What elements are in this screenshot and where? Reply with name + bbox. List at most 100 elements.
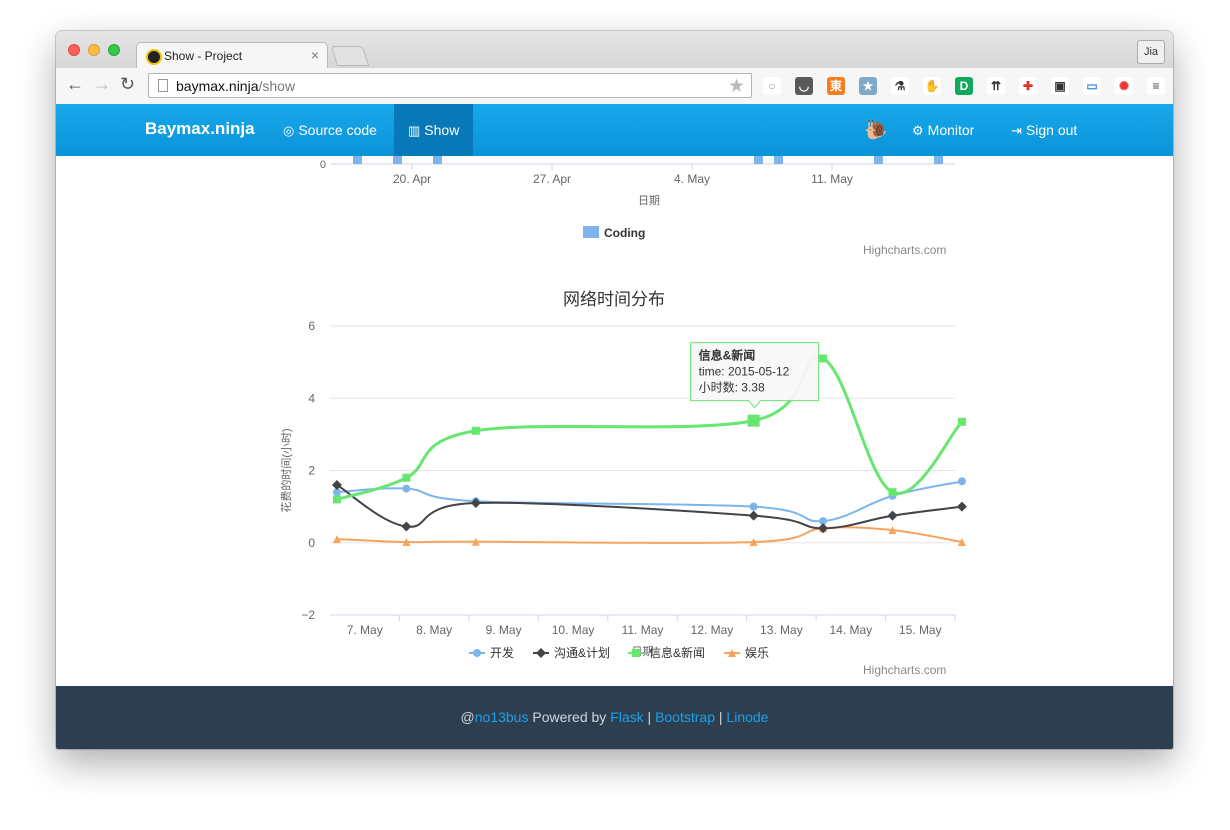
syringe-icon[interactable]: ⚗ (891, 77, 909, 95)
x-tick-label: 12. May (691, 623, 734, 637)
source-code-label: Source code (298, 122, 377, 138)
x-tick-label: 11. May (811, 172, 853, 186)
monitor-link[interactable]: ⚙ Monitor (912, 104, 974, 156)
legend-label: 沟通&计划 (554, 646, 610, 660)
series-line (336, 355, 964, 501)
source-code-link[interactable]: ◎ Source code (283, 104, 377, 156)
show-link[interactable]: ▥ Show (394, 104, 474, 156)
x-axis-title: 日期 (638, 194, 660, 207)
main-content: 0 20. Apr 27. Apr 4. May 11. May 日期 Coding Hig… (56, 156, 1173, 686)
bar-chart-icon: ▥ (408, 123, 421, 138)
color-wheel-icon[interactable]: ✺ (1115, 77, 1133, 95)
author-link[interactable]: no13bus (475, 709, 529, 725)
evernote-clip-icon[interactable]: 東 (827, 77, 845, 95)
x-tick-label: 15. May (899, 623, 942, 637)
legend-label-coding: Coding (604, 226, 645, 240)
data-point (332, 495, 341, 504)
x-tick-label: 8. May (416, 623, 452, 637)
data-point (402, 484, 411, 493)
legend-label: 开发 (490, 645, 514, 660)
translate-icon[interactable]: D (955, 77, 973, 95)
data-point (748, 510, 759, 521)
title-bar: Show - Project × Jia (56, 31, 1173, 69)
bookmark-star-icon[interactable]: ★ (728, 75, 745, 98)
x-tick-label: 13. May (760, 623, 803, 637)
series-line (336, 480, 963, 523)
sign-out-icon: ⇥ (1011, 123, 1022, 138)
separator: | (715, 709, 727, 725)
y-tick-label: 0 (320, 159, 326, 171)
brand-link[interactable]: Baymax.ninja (145, 119, 255, 139)
bookmark-star-icon[interactable]: ★ (859, 77, 877, 95)
ninja-favicon-icon (146, 49, 162, 65)
x-tick-label: 4. May (674, 172, 710, 186)
image-icon[interactable]: ▣ (1051, 77, 1069, 95)
address-bar[interactable]: baymax.ninja/show ★ (148, 73, 752, 98)
sign-out-link[interactable]: ⇥ Sign out (1011, 104, 1077, 156)
data-point (749, 502, 758, 511)
forward-icon[interactable]: → (93, 74, 111, 95)
tab-title: Show - Project (164, 49, 243, 63)
folder-icon[interactable]: ▭ (1083, 77, 1101, 95)
show-label: Show (424, 122, 460, 138)
series-line (336, 526, 963, 545)
pocket-icon[interactable]: ◡ (795, 77, 813, 95)
x-tick-label: 20. Apr (393, 172, 431, 186)
footer: @no13bus Powered by Flask | Bootstrap | … (56, 686, 1173, 749)
y-tick-label: 0 (308, 536, 315, 550)
separator: | (643, 709, 656, 725)
data-point (957, 477, 966, 486)
highcharts-credit-1[interactable]: Highcharts.com (863, 243, 946, 257)
elephant-icon[interactable]: ✋ (923, 77, 941, 95)
tooltip-series: 信息&新闻 (699, 348, 756, 363)
coding-bar (393, 156, 402, 164)
browser-tab[interactable]: Show - Project × (136, 42, 328, 69)
monitor-label: Monitor (927, 122, 975, 138)
url-text: baymax.ninja/show (176, 78, 296, 94)
reload-icon[interactable]: ↻ (120, 74, 135, 95)
new-tab-button[interactable] (330, 46, 370, 66)
powered-by-text: Powered by (528, 709, 611, 725)
coding-chart: 0 20. Apr 27. Apr 4. May 11. May 日期 Coding (320, 156, 955, 240)
legend-symbol-coding (583, 226, 599, 238)
data-point (402, 473, 411, 482)
x-tick-label: 27. Apr (533, 172, 571, 186)
browser-toolbar: ← → ↻ baymax.ninja/show ★ ○ ◡ 東 ★ ⚗ ✋ D ⇈ ✚ ▣ ▭ ✺ ≡ (56, 68, 1173, 105)
traffic-icon[interactable]: ⇈ (987, 77, 1005, 95)
snail-icon[interactable]: 🐌 (864, 118, 888, 142)
cross-icon[interactable]: ✚ (1019, 77, 1037, 95)
tooltip-hours: 小时数: 3.38 (699, 380, 765, 395)
close-window-button[interactable] (68, 44, 80, 56)
coding-bar (934, 156, 943, 164)
circle-icon[interactable]: ○ (763, 77, 781, 95)
tooltip-time: time: 2015-05-12 (699, 365, 790, 379)
tab-close-icon[interactable]: × (311, 47, 319, 63)
menu-icon[interactable]: ≡ (1147, 77, 1165, 95)
back-icon[interactable]: ← (66, 74, 84, 95)
gear-icon: ⚙ (912, 123, 924, 138)
y-tick-label: 6 (308, 319, 315, 333)
profile-button[interactable]: Jia (1137, 40, 1165, 64)
minimize-window-button[interactable] (88, 44, 100, 56)
series-line (336, 484, 963, 530)
highlighted-data-point (747, 414, 760, 427)
x-tick-label: 11. May (622, 623, 664, 637)
y-axis-title: 花费的时间(小时) (279, 428, 293, 512)
highcharts-credit-2[interactable]: Highcharts.com (863, 663, 946, 677)
browser-window: Show - Project × Jia ← → ↻ baymax.ninja/… (56, 31, 1173, 749)
legend-marker (473, 649, 481, 657)
footer-at: @ (460, 709, 475, 725)
flask-link[interactable]: Flask (610, 709, 643, 725)
y-tick-label: 4 (308, 391, 315, 405)
zoom-window-button[interactable] (108, 44, 120, 56)
x-tick-label: 9. May (486, 623, 522, 637)
bootstrap-link[interactable]: Bootstrap (655, 709, 715, 725)
chart-title: 网络时间分布 (563, 290, 665, 309)
data-point (957, 417, 966, 426)
github-icon: ◎ (283, 123, 295, 138)
data-point (471, 426, 480, 435)
linode-link[interactable]: Linode (726, 709, 768, 725)
coding-bar (774, 156, 783, 164)
data-point (819, 354, 828, 363)
x-tick-label: 7. May (347, 623, 383, 637)
